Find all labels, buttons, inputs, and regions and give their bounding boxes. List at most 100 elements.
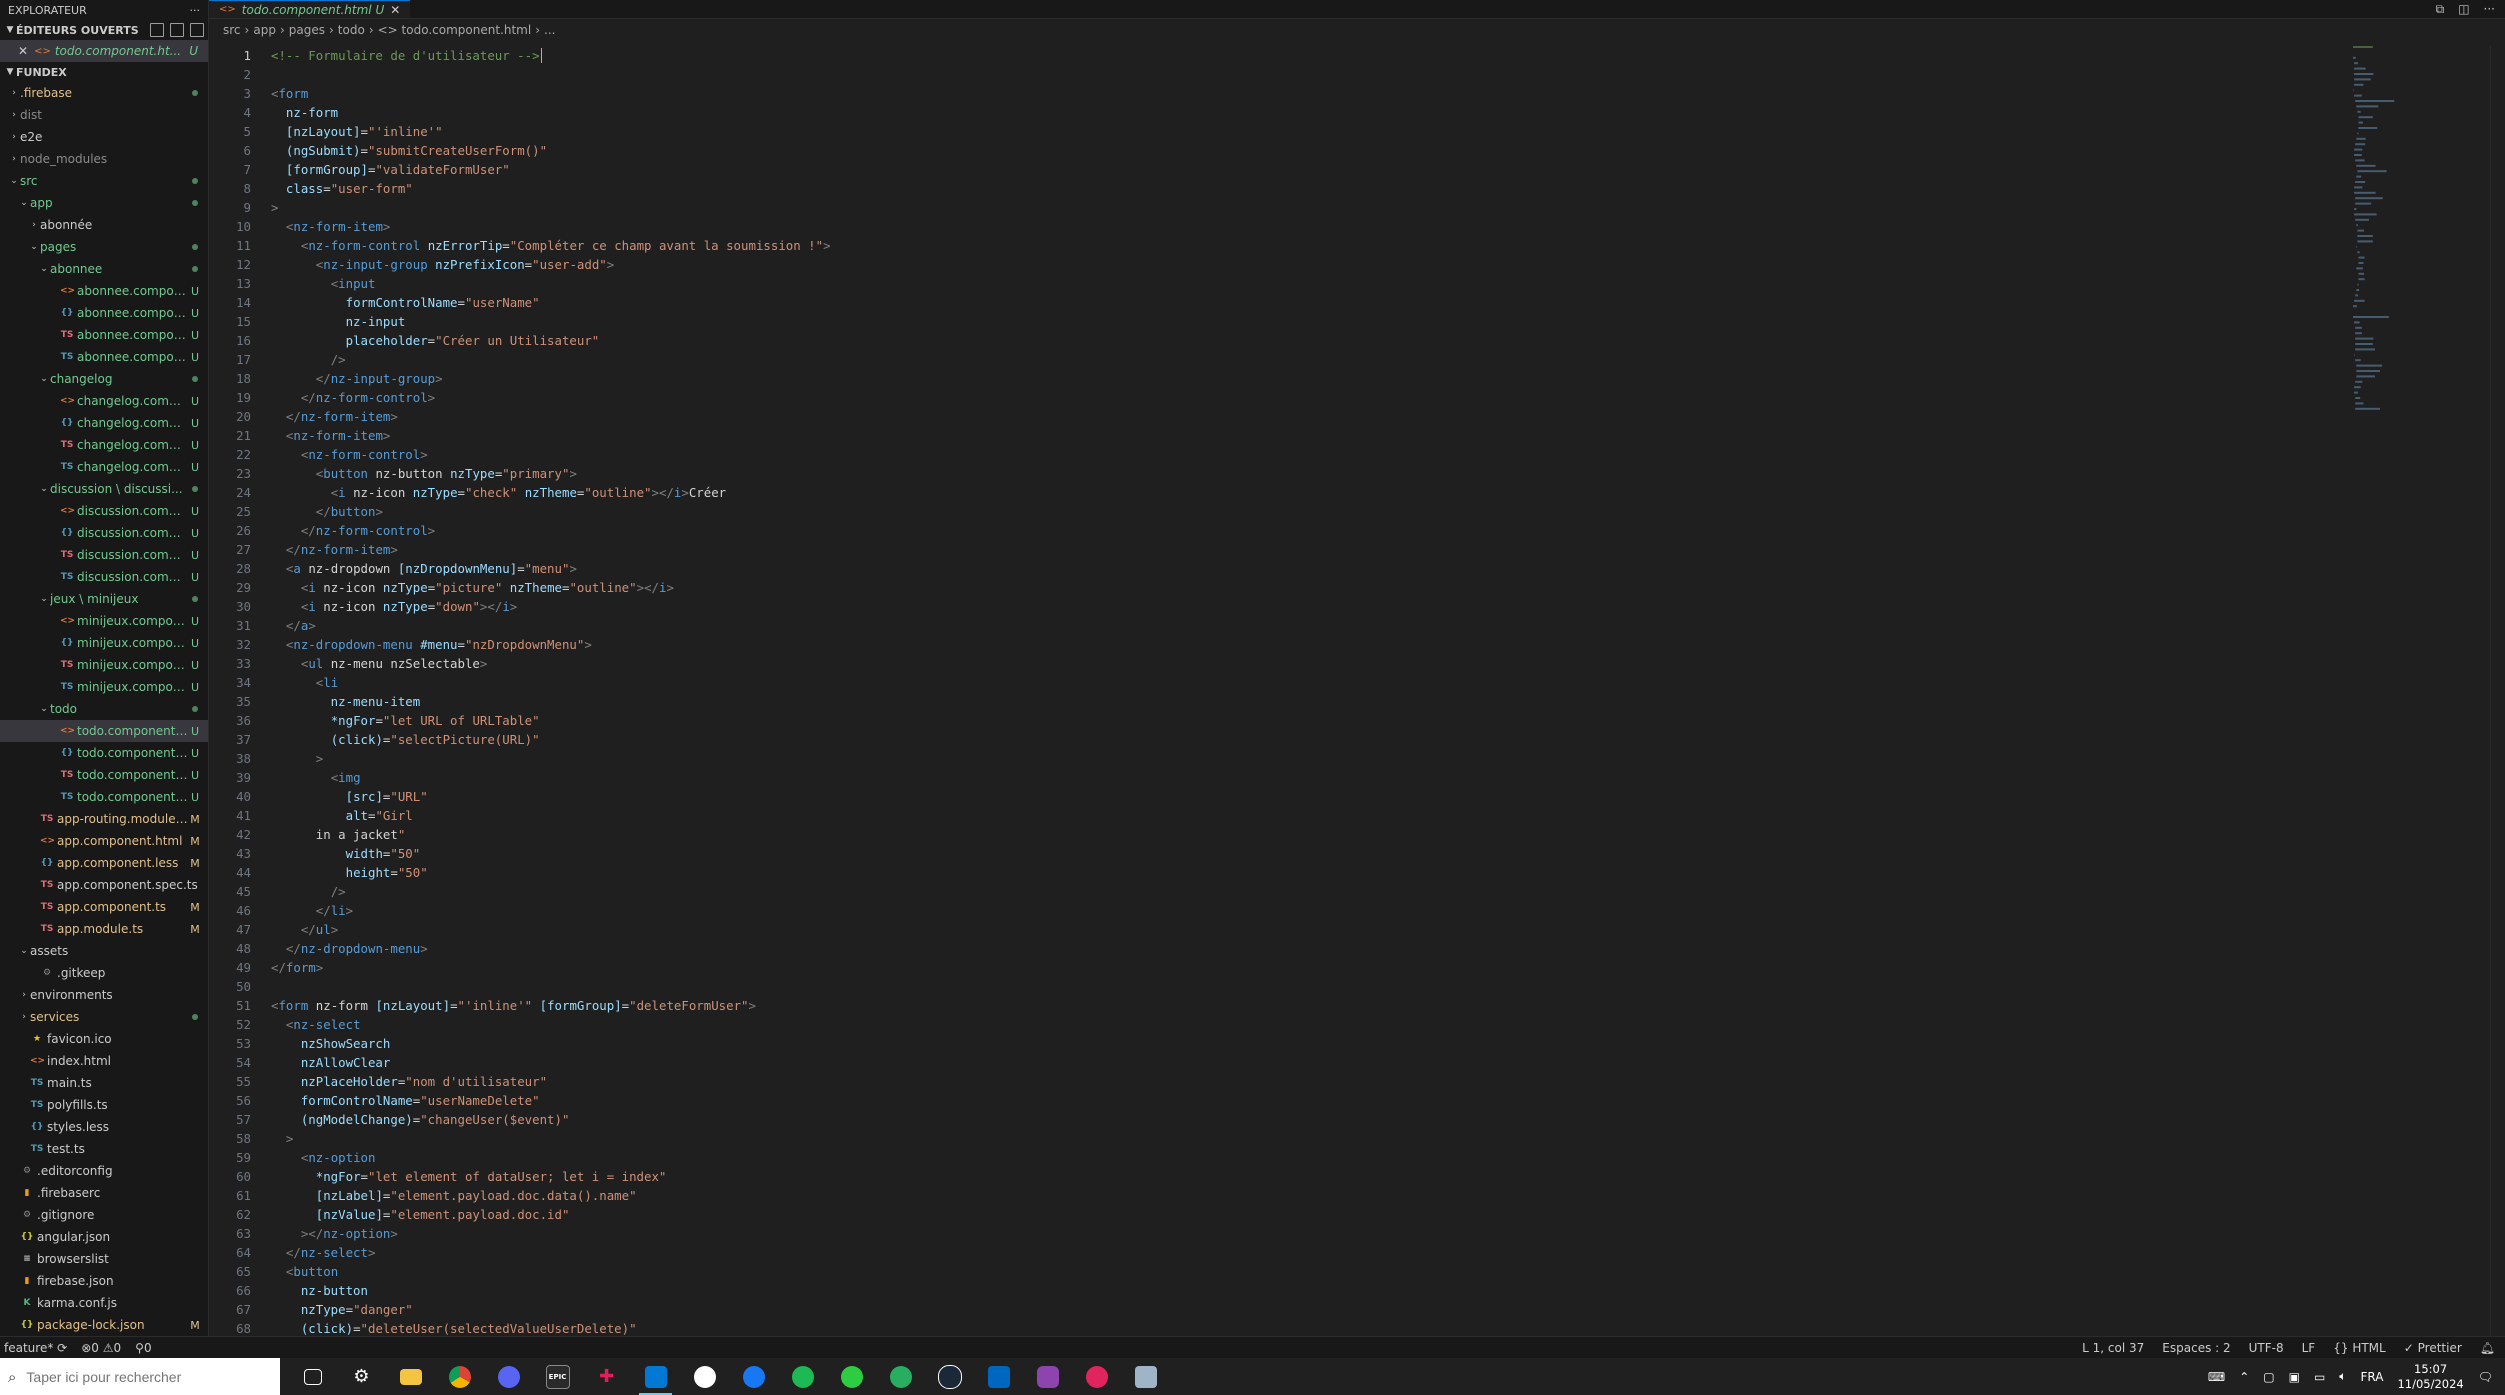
tree-folder[interactable]: ⌄ src	[0, 170, 208, 192]
code-line[interactable]: 46 </li>	[209, 901, 2339, 920]
code-line[interactable]: 1 <!-- Formulaire de d'utilisateur -->	[209, 46, 2339, 65]
code-line[interactable]: 36 *ngFor="let URL of URLTable"	[209, 711, 2339, 730]
code-line[interactable]: 20 </nz-form-item>	[209, 407, 2339, 426]
close-icon[interactable]: ✕	[390, 3, 400, 17]
branch-indicator[interactable]: feature* ⟳	[4, 1341, 67, 1355]
tree-folder[interactable]: ⌄ assets	[0, 940, 208, 962]
tree-folder[interactable]: › abonnée	[0, 214, 208, 236]
code-line[interactable]: 11 <nz-form-control nzErrorTip="Compléte…	[209, 236, 2339, 255]
language-indicator[interactable]: FRA	[2361, 1370, 2384, 1384]
code-line[interactable]: 17 />	[209, 350, 2339, 369]
tree-file[interactable]: TS todo.component.ts U	[0, 786, 208, 808]
app-button-18[interactable]	[1121, 1358, 1170, 1395]
tree-folder[interactable]: › services	[0, 1006, 208, 1028]
code-line[interactable]: 48 </nz-dropdown-menu>	[209, 939, 2339, 958]
code-line[interactable]: 19 </nz-form-control>	[209, 388, 2339, 407]
store-button[interactable]	[974, 1358, 1023, 1395]
app-button-13[interactable]	[876, 1358, 925, 1395]
tray-icon-1[interactable]: ▢	[2263, 1370, 2274, 1384]
tree-folder[interactable]: ⌄ todo	[0, 698, 208, 720]
discord-button[interactable]	[484, 1358, 533, 1395]
breadcrumb-item[interactable]: todo	[338, 23, 365, 37]
code-line[interactable]: 14 formControlName="userName"	[209, 293, 2339, 312]
tree-folder[interactable]: ⌄ pages	[0, 236, 208, 258]
code-line[interactable]: 24 <i nz-icon nzType="check" nzTheme="ou…	[209, 483, 2339, 502]
tree-file[interactable]: TS app.module.ts M	[0, 918, 208, 940]
code-line[interactable]: 44 height="50"	[209, 863, 2339, 882]
tree-file[interactable]: {} abonnee.compone... U	[0, 302, 208, 324]
tree-file[interactable]: TS app-routing.module.ts M	[0, 808, 208, 830]
code-line[interactable]: 5 [nzLayout]="'inline'"	[209, 122, 2339, 141]
tree-file[interactable]: TS app.component.spec.ts	[0, 874, 208, 896]
tab-todo-component-html[interactable]: <> todo.component.html U ✕	[209, 0, 411, 18]
tree-file[interactable]: {} app.component.less M	[0, 852, 208, 874]
open-changes-icon[interactable]: ⧉	[2436, 2, 2445, 17]
code-line[interactable]: 38 >	[209, 749, 2339, 768]
code-line[interactable]: 9 >	[209, 198, 2339, 217]
problems-indicator[interactable]: ⊗0 ⚠0	[81, 1341, 121, 1355]
tree-file[interactable]: ★ favicon.ico	[0, 1028, 208, 1050]
code-editor[interactable]: 1 <!-- Formulaire de d'utilisateur --> 2 3 <…	[209, 46, 2339, 1336]
encoding[interactable]: UTF-8	[2249, 1341, 2284, 1355]
code-line[interactable]: 67 nzType="danger"	[209, 1300, 2339, 1319]
code-line[interactable]: 10 <nz-form-item>	[209, 217, 2339, 236]
tree-folder[interactable]: › .firebase	[0, 82, 208, 104]
slack-button[interactable]: ✚	[582, 1358, 631, 1395]
code-line[interactable]: 16 placeholder="Créer un Utilisateur"	[209, 331, 2339, 350]
keyboard-icon[interactable]: ⌨	[2208, 1370, 2225, 1384]
more-actions-icon[interactable]: ···	[190, 4, 201, 17]
tree-file[interactable]: <> changelog.compo... U	[0, 390, 208, 412]
settings-button[interactable]: ⚙	[337, 1358, 386, 1395]
taskbar-search[interactable]: ⌕	[0, 1358, 280, 1395]
breadcrumb-item[interactable]: pages	[289, 23, 325, 37]
code-line[interactable]: 21 <nz-form-item>	[209, 426, 2339, 445]
tree-file[interactable]: <> abonnee.compone... U	[0, 280, 208, 302]
tree-folder[interactable]: › e2e	[0, 126, 208, 148]
tree-file[interactable]: TS changelog.compo... U	[0, 434, 208, 456]
code-line[interactable]: 15 nz-input	[209, 312, 2339, 331]
code-line[interactable]: 66 nz-button	[209, 1281, 2339, 1300]
tree-folder[interactable]: › dist	[0, 104, 208, 126]
breadcrumb-item[interactable]: app	[253, 23, 276, 37]
code-line[interactable]: 60 *ngFor="let element of dataUser; let …	[209, 1167, 2339, 1186]
chrome-button[interactable]	[435, 1358, 484, 1395]
code-line[interactable]: 4 nz-form	[209, 103, 2339, 122]
formatter[interactable]: ✓ Prettier	[2404, 1341, 2462, 1355]
tree-file[interactable]: {}todo.component.le...U	[0, 742, 208, 764]
open-editor-item[interactable]: ✕ <> todo.component.ht... U	[0, 40, 208, 62]
tray-icon-2[interactable]: ▣	[2289, 1370, 2300, 1384]
clock[interactable]: 15:07 11/05/2024	[2397, 1362, 2463, 1392]
tree-file[interactable]: ▮ .firebaserc	[0, 1182, 208, 1204]
code-line[interactable]: 49 </form>	[209, 958, 2339, 977]
tree-file[interactable]: TS minijeux.compone... U	[0, 654, 208, 676]
code-line[interactable]: 47 </ul>	[209, 920, 2339, 939]
file-explorer-button[interactable]	[386, 1358, 435, 1395]
tree-folder[interactable]: ⌄ changelog	[0, 368, 208, 390]
app-button-16[interactable]	[1023, 1358, 1072, 1395]
tree-file[interactable]: ⚙ .gitignore	[0, 1204, 208, 1226]
code-line[interactable]: 57 (ngModelChange)="changeUser($event)"	[209, 1110, 2339, 1129]
save-all-icon[interactable]	[170, 23, 184, 37]
code-line[interactable]: 29 <i nz-icon nzType="picture" nzTheme="…	[209, 578, 2339, 597]
code-line[interactable]: 32 <nz-dropdown-menu #menu="nzDropdownMe…	[209, 635, 2339, 654]
app-button-14[interactable]	[925, 1358, 974, 1395]
breadcrumb-item[interactable]: src	[223, 23, 241, 37]
code-line[interactable]: 64 </nz-select>	[209, 1243, 2339, 1262]
open-editors-section[interactable]: ▼ ÉDITEURS OUVERTS	[0, 20, 208, 40]
tree-file[interactable]: {}discussion.compon...U	[0, 522, 208, 544]
code-line[interactable]: 27 </nz-form-item>	[209, 540, 2339, 559]
code-line[interactable]: 50	[209, 977, 2339, 996]
vertical-scrollbar[interactable]	[2490, 46, 2505, 1336]
code-line[interactable]: 63 ></nz-option>	[209, 1224, 2339, 1243]
code-line[interactable]: 43 width="50"	[209, 844, 2339, 863]
tree-file[interactable]: TS test.ts	[0, 1138, 208, 1160]
code-line[interactable]: 28 <a nz-dropdown [nzDropdownMenu]="menu…	[209, 559, 2339, 578]
tree-folder[interactable]: ⌄ app	[0, 192, 208, 214]
tree-file[interactable]: <> index.html	[0, 1050, 208, 1072]
tree-file[interactable]: TS minijeux.compone... U	[0, 676, 208, 698]
code-line[interactable]: 56 formControlName="userNameDelete"	[209, 1091, 2339, 1110]
minimap[interactable]	[2351, 46, 2461, 426]
app-button-10[interactable]	[729, 1358, 778, 1395]
code-line[interactable]: 45 />	[209, 882, 2339, 901]
code-line[interactable]: 22 <nz-form-control>	[209, 445, 2339, 464]
